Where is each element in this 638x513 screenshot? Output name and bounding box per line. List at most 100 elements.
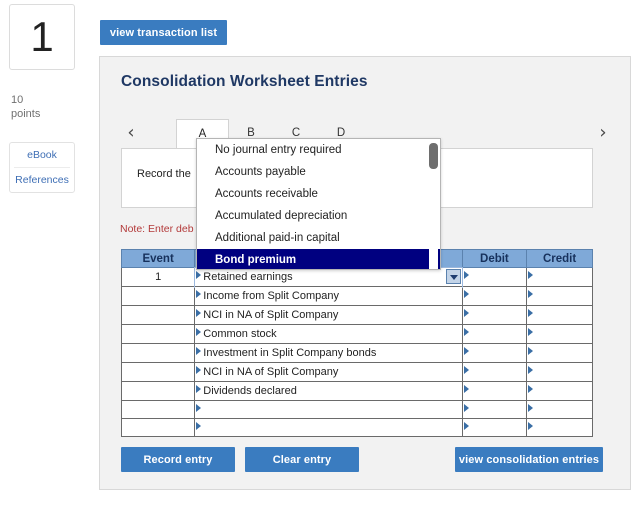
dropdown-option[interactable]: Accounts payable bbox=[197, 161, 440, 183]
worksheet-panel: Consolidation Worksheet Entries ‹ › ABCD… bbox=[99, 56, 631, 490]
table-row: Dividends declared bbox=[120, 381, 593, 401]
record-entry-button[interactable]: Record entry bbox=[121, 447, 235, 472]
credit-input[interactable] bbox=[526, 400, 593, 419]
account-select-text: Retained earnings bbox=[203, 271, 293, 283]
question-sidebar: 1 10 points eBook References bbox=[0, 0, 95, 513]
dropdown-option[interactable]: No journal entry required bbox=[197, 139, 440, 161]
credit-input[interactable] bbox=[526, 362, 593, 382]
credit-input[interactable] bbox=[526, 305, 593, 325]
account-select[interactable]: NCI in NA of Split Company bbox=[194, 305, 463, 325]
chevron-down-icon[interactable] bbox=[445, 269, 461, 284]
cell-marker-icon bbox=[463, 347, 469, 355]
credit-input[interactable] bbox=[526, 381, 593, 401]
account-select[interactable] bbox=[194, 418, 463, 437]
account-select-text: Income from Split Company bbox=[203, 290, 339, 302]
credit-input[interactable] bbox=[526, 343, 593, 363]
cell-marker-icon bbox=[196, 385, 202, 393]
debit-input[interactable] bbox=[461, 343, 528, 363]
ebook-link[interactable]: eBook bbox=[10, 143, 74, 167]
event-cell bbox=[120, 418, 196, 437]
chevron-right-icon[interactable]: › bbox=[593, 121, 613, 145]
event-cell bbox=[120, 324, 196, 344]
account-select[interactable]: Income from Split Company bbox=[194, 286, 463, 306]
event-cell: 1 bbox=[120, 267, 196, 287]
event-cell bbox=[120, 400, 196, 419]
chevron-left-icon[interactable]: ‹ bbox=[121, 121, 141, 145]
debit-input[interactable] bbox=[461, 267, 528, 287]
cell-marker-icon bbox=[196, 404, 202, 412]
account-select[interactable] bbox=[194, 400, 463, 419]
account-select[interactable]: Dividends declared bbox=[194, 381, 463, 401]
credit-input[interactable] bbox=[526, 286, 593, 306]
view-transaction-list-button[interactable]: view transaction list bbox=[100, 20, 227, 45]
credit-input[interactable] bbox=[526, 267, 593, 287]
table-row bbox=[120, 400, 593, 419]
points-label: points bbox=[11, 108, 41, 120]
debit-input[interactable] bbox=[461, 286, 528, 306]
cell-marker-icon bbox=[196, 309, 202, 317]
cell-marker-icon bbox=[528, 347, 534, 355]
account-select-text: Common stock bbox=[203, 328, 277, 340]
cell-marker-icon bbox=[196, 328, 202, 336]
dropdown-scrollbar-thumb[interactable] bbox=[429, 143, 438, 169]
account-select[interactable]: Retained earnings bbox=[193, 266, 464, 288]
page-title: Consolidation Worksheet Entries bbox=[121, 73, 368, 90]
cell-marker-icon bbox=[463, 422, 469, 430]
cell-marker-icon bbox=[463, 328, 469, 336]
credit-input[interactable] bbox=[526, 418, 593, 437]
cell-marker-icon bbox=[528, 328, 534, 336]
account-select-text: NCI in NA of Split Company bbox=[203, 366, 339, 378]
account-select[interactable]: Investment in Split Company bonds bbox=[194, 343, 463, 363]
cell-marker-icon bbox=[196, 366, 202, 374]
cell-marker-icon bbox=[196, 271, 202, 279]
points-block: 10 points bbox=[11, 93, 40, 121]
cell-marker-icon bbox=[196, 347, 202, 355]
clear-entry-button[interactable]: Clear entry bbox=[245, 447, 359, 472]
dropdown-option[interactable]: Bond premium bbox=[197, 249, 440, 269]
cell-marker-icon bbox=[528, 385, 534, 393]
cell-marker-icon bbox=[463, 271, 469, 279]
cell-marker-icon bbox=[196, 422, 202, 430]
note-text: Note: Enter deb bbox=[120, 223, 194, 235]
resource-links-box: eBook References bbox=[9, 142, 75, 193]
cell-marker-icon bbox=[463, 366, 469, 374]
account-dropdown-list[interactable]: No journal entry required Accounts payabl… bbox=[196, 138, 441, 270]
cell-marker-icon bbox=[463, 309, 469, 317]
debit-input[interactable] bbox=[461, 381, 528, 401]
column-header-debit: Debit bbox=[461, 249, 528, 268]
cell-marker-icon bbox=[528, 404, 534, 412]
points-value: 10 bbox=[11, 94, 24, 106]
account-select[interactable]: NCI in NA of Split Company bbox=[194, 362, 463, 382]
debit-input[interactable] bbox=[461, 418, 528, 437]
cell-marker-icon bbox=[463, 290, 469, 298]
account-select[interactable]: Common stock bbox=[194, 324, 463, 344]
table-row: Common stock bbox=[120, 324, 593, 344]
table-row bbox=[120, 418, 593, 437]
account-select-text: Investment in Split Company bonds bbox=[203, 347, 377, 359]
column-header-event: Event bbox=[120, 249, 196, 268]
instruction-text: Record the bbox=[137, 168, 191, 180]
debit-input[interactable] bbox=[461, 400, 528, 419]
references-link[interactable]: References bbox=[10, 168, 74, 192]
debit-input[interactable] bbox=[461, 362, 528, 382]
dropdown-option[interactable]: Additional paid-in capital bbox=[197, 227, 440, 249]
journal-entry-table: Event Debit Credit 1 Retained earnings Inc… bbox=[120, 249, 593, 437]
view-consolidation-entries-button[interactable]: view consolidation entries bbox=[455, 447, 603, 472]
event-cell bbox=[120, 362, 196, 382]
debit-input[interactable] bbox=[461, 324, 528, 344]
debit-input[interactable] bbox=[461, 305, 528, 325]
cell-marker-icon bbox=[528, 271, 534, 279]
credit-input[interactable] bbox=[526, 324, 593, 344]
dropdown-option[interactable]: Accumulated depreciation bbox=[197, 205, 440, 227]
event-cell bbox=[120, 286, 196, 306]
table-row: 1 Retained earnings bbox=[120, 266, 593, 288]
event-cell bbox=[120, 305, 196, 325]
table-row: Income from Split Company bbox=[120, 286, 593, 306]
account-select-text: NCI in NA of Split Company bbox=[203, 309, 339, 321]
table-row: NCI in NA of Split Company bbox=[120, 305, 593, 325]
event-cell bbox=[120, 381, 196, 401]
cell-marker-icon bbox=[528, 290, 534, 298]
dropdown-option[interactable]: Accounts receivable bbox=[197, 183, 440, 205]
table-row: Investment in Split Company bonds bbox=[120, 343, 593, 363]
column-header-credit: Credit bbox=[526, 249, 593, 268]
